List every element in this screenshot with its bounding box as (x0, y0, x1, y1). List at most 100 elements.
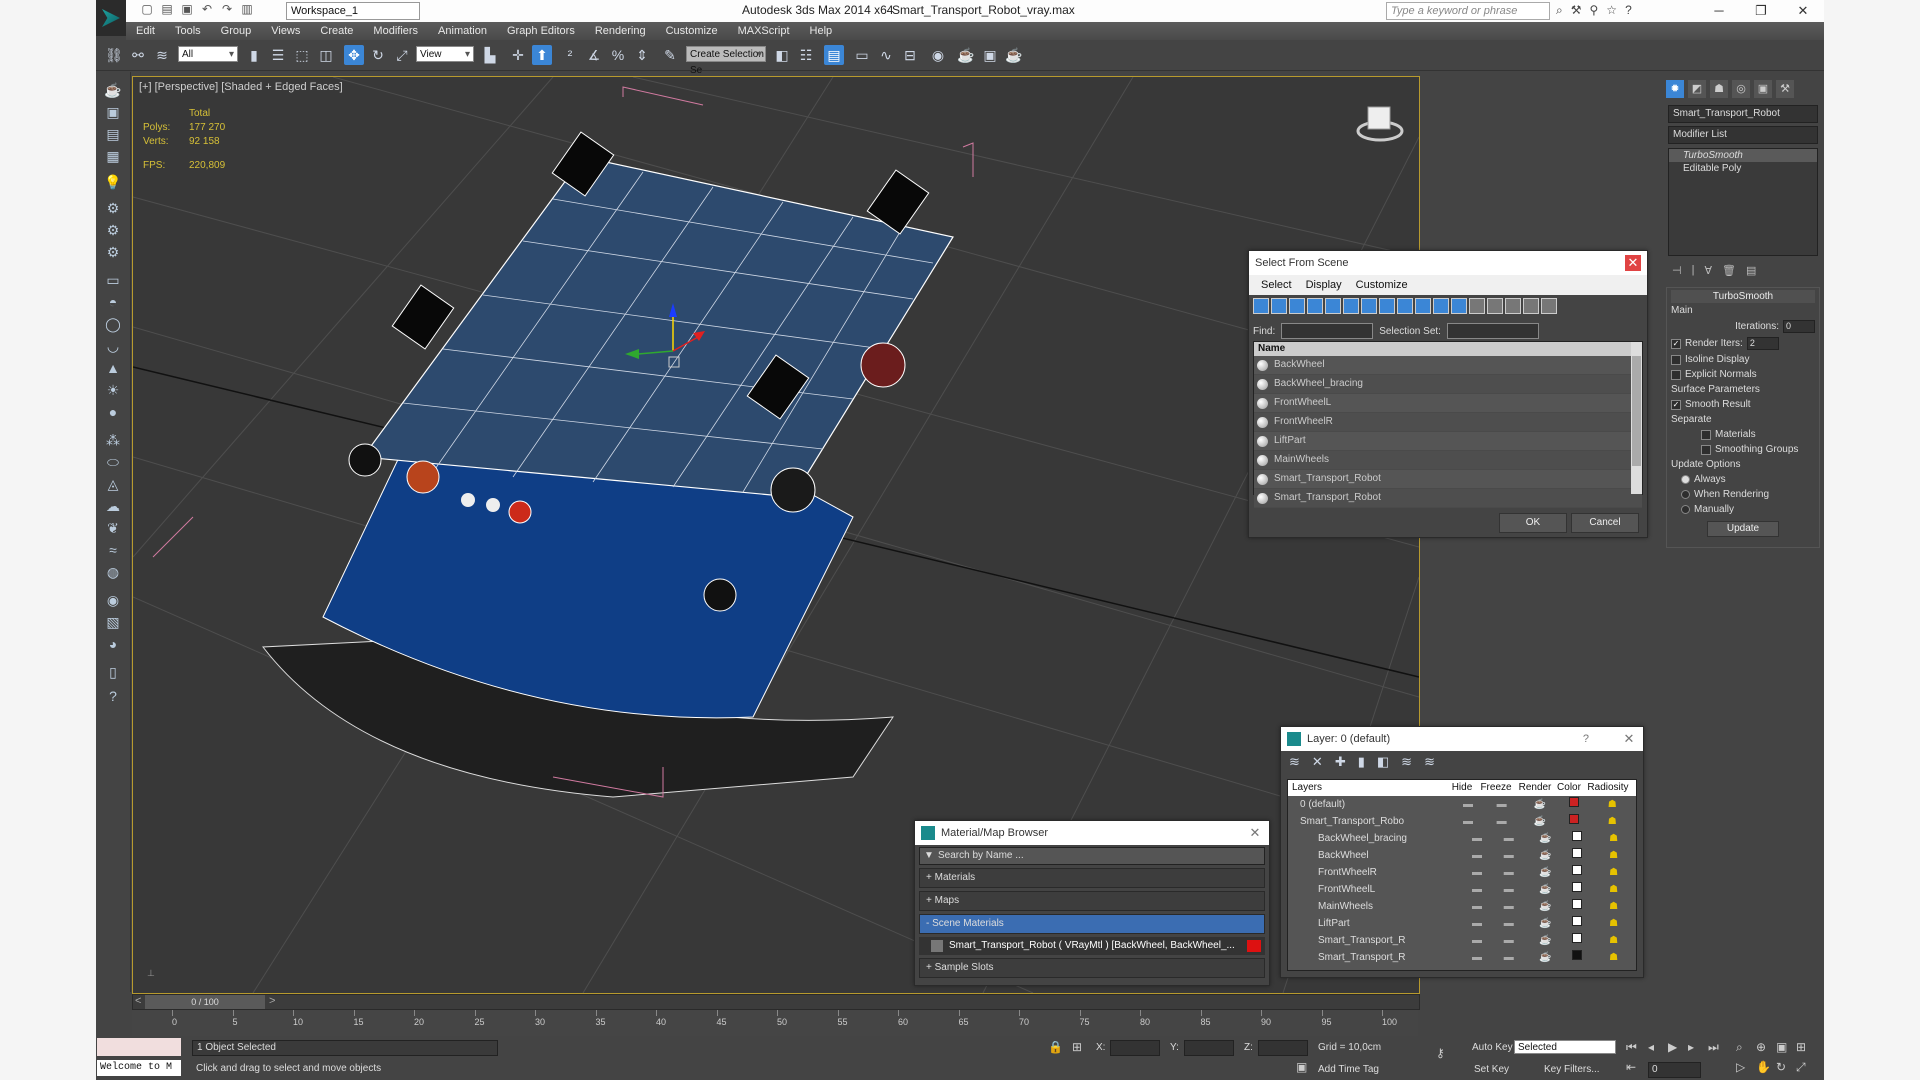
layer-row[interactable]: MainWheels ▬ ▬ ☕ ☗ (1288, 898, 1636, 915)
add-to-layer-icon[interactable]: ✚ (1335, 754, 1346, 776)
hide-toggle[interactable]: ▬ (1464, 881, 1490, 898)
material-editor-icon[interactable]: ◉ (928, 45, 948, 65)
utilities-tab-icon[interactable]: ⚒ (1776, 80, 1794, 98)
menu-customize[interactable]: Customize (656, 22, 728, 40)
invert-selection-icon[interactable] (1505, 298, 1521, 314)
capsule-icon[interactable]: ⬭ (103, 452, 123, 472)
materials-checkbox[interactable] (1701, 429, 1711, 440)
lock-selection-icon[interactable]: 🔒 (1048, 1040, 1063, 1054)
render-toggle-icon[interactable]: ☕ (1528, 949, 1564, 966)
motion-tab-icon[interactable]: ◎ (1732, 80, 1750, 98)
radiosity-icon[interactable]: ☗ (1591, 830, 1636, 847)
reference-coord-dropdown[interactable]: View (416, 46, 474, 63)
layer-row[interactable]: 0 (default) ▬ ▬ ☕ ☗ (1288, 796, 1636, 813)
rendered-frame-icon[interactable]: ▣ (980, 45, 1000, 65)
hide-toggle[interactable]: ▬ (1464, 915, 1490, 932)
hide-toggle[interactable]: ▬ (1464, 898, 1490, 915)
maximize-viewport-icon[interactable]: ⤢ (1796, 1060, 1806, 1075)
list-item[interactable]: MainWheels (1254, 451, 1642, 470)
help-circle-icon[interactable]: ? (103, 686, 123, 706)
render-toggle-icon[interactable]: ☕ (1521, 813, 1559, 830)
hide-toggle[interactable]: ▬ (1464, 830, 1490, 847)
z-coord-field[interactable] (1258, 1040, 1308, 1056)
smooth-result-checkbox[interactable]: ✓ (1671, 399, 1681, 410)
render-production-icon[interactable]: ☕ (1004, 45, 1024, 65)
smoothing-groups-checkbox[interactable] (1701, 444, 1711, 455)
sphere-icon[interactable]: ◉ (103, 590, 123, 610)
layer-row[interactable]: BackWheel ▬ ▬ ☕ ☗ (1288, 847, 1636, 864)
play-icon[interactable]: ▶ (1668, 1040, 1677, 1054)
cameras-filter-icon[interactable] (1307, 298, 1323, 314)
section-materials[interactable]: + Materials (919, 868, 1265, 888)
explicit-normals-checkbox[interactable] (1671, 369, 1681, 380)
menu-group[interactable]: Group (211, 22, 262, 40)
freeze-toggle[interactable]: ▬ (1490, 864, 1527, 881)
col-layers[interactable]: Layers (1288, 780, 1448, 796)
time-slider-thumb[interactable]: 0 / 100 (145, 995, 265, 1009)
freeze-toggle[interactable]: ▬ (1490, 915, 1527, 932)
freeze-toggle[interactable]: ▬ (1490, 932, 1527, 949)
helpers-filter-icon[interactable] (1325, 298, 1341, 314)
mesh-icon[interactable]: ◬ (103, 474, 123, 494)
search-by-name-input[interactable]: ▼ Search by Name ... (919, 847, 1265, 865)
hide-all-icon[interactable]: ≋ (1401, 754, 1412, 776)
mirror-icon[interactable]: ◧ (772, 45, 792, 65)
help-icon[interactable]: ? (1583, 727, 1589, 751)
layer-color-swatch[interactable] (1572, 916, 1583, 926)
section-sample-slots[interactable]: + Sample Slots (919, 958, 1265, 978)
render-toggle-icon[interactable]: ☕ (1528, 847, 1564, 864)
render-toggle-icon[interactable]: ☕ (1521, 796, 1559, 813)
auto-key-button[interactable]: Auto Key (1472, 1042, 1513, 1053)
y-coord-field[interactable] (1184, 1040, 1234, 1056)
bones-filter-icon[interactable] (1397, 298, 1413, 314)
sun-icon[interactable]: ☀ (103, 380, 123, 400)
find-input[interactable] (1281, 323, 1374, 339)
hierarchy-icon[interactable] (1541, 298, 1557, 314)
menu-rendering[interactable]: Rendering (585, 22, 656, 40)
selection-filter-dropdown[interactable]: All (178, 46, 238, 63)
render-iters-spinner[interactable]: 2 (1746, 337, 1779, 350)
freeze-toggle[interactable]: ▬ (1482, 796, 1522, 813)
select-by-name-icon[interactable]: ☰ (268, 45, 288, 65)
radiosity-icon[interactable]: ☗ (1591, 898, 1636, 915)
go-to-end-icon[interactable]: ⏭ (1708, 1040, 1719, 1055)
select-none-icon[interactable] (1487, 298, 1503, 314)
camera-icon[interactable]: ⚙ (103, 198, 123, 218)
iterations-spinner[interactable]: 0 (1783, 320, 1815, 333)
dome-icon[interactable]: ◓ (103, 292, 123, 312)
layer-row[interactable]: LiftPart ▬ ▬ ☕ ☗ (1288, 915, 1636, 932)
unlink-icon[interactable]: ⚯ (128, 45, 148, 65)
infocenter-search-input[interactable]: Type a keyword or phrase (1386, 2, 1550, 20)
layer-row[interactable]: BackWheel_bracing ▬ ▬ ☕ ☗ (1288, 830, 1636, 847)
close-button[interactable]: ✕ (1782, 0, 1824, 22)
spacewarps-filter-icon[interactable] (1343, 298, 1359, 314)
hierarchy-tab-icon[interactable]: ☗ (1710, 80, 1728, 98)
cone-icon[interactable]: ▲ (103, 358, 123, 378)
menu-views[interactable]: Views (261, 22, 310, 40)
camera3-icon[interactable]: ⚙ (103, 242, 123, 262)
cancel-button[interactable]: Cancel (1571, 513, 1639, 533)
list-item[interactable]: BackWheel_bracing (1254, 375, 1642, 394)
select-object-icon[interactable]: ▮ (244, 45, 264, 65)
application-menu-button[interactable] (96, 0, 126, 36)
sfs-menu-display[interactable]: Display (1306, 275, 1342, 295)
keyboard-shortcut-icon[interactable]: ⬆ (532, 45, 552, 65)
layer-color-swatch[interactable] (1568, 814, 1579, 824)
radiosity-icon[interactable]: ☗ (1591, 915, 1636, 932)
modify-tab-icon[interactable]: ◩ (1688, 80, 1706, 98)
selection-set-dropdown[interactable] (1446, 323, 1539, 339)
create-tab-icon[interactable]: ✹ (1666, 80, 1684, 98)
redo-icon[interactable]: ↷ (220, 2, 234, 16)
hide-toggle[interactable]: ▬ (1454, 796, 1482, 813)
stack-item-editable-poly[interactable]: Editable Poly (1669, 162, 1817, 175)
render-toggle-icon[interactable]: ☕ (1528, 864, 1564, 881)
col-hide[interactable]: Hide (1448, 780, 1476, 796)
save-file-icon[interactable]: ▣ (180, 2, 194, 16)
project-folder-icon[interactable]: ▥ (240, 2, 254, 16)
list-item[interactable]: LiftPart (1254, 432, 1642, 451)
list-item[interactable]: FrontWheelL (1254, 394, 1642, 413)
col-render[interactable]: Render (1516, 780, 1554, 796)
bowl-icon[interactable]: ◡ (103, 336, 123, 356)
layer-color-swatch[interactable] (1572, 848, 1583, 858)
set-key-button[interactable]: Set Key (1474, 1064, 1509, 1075)
